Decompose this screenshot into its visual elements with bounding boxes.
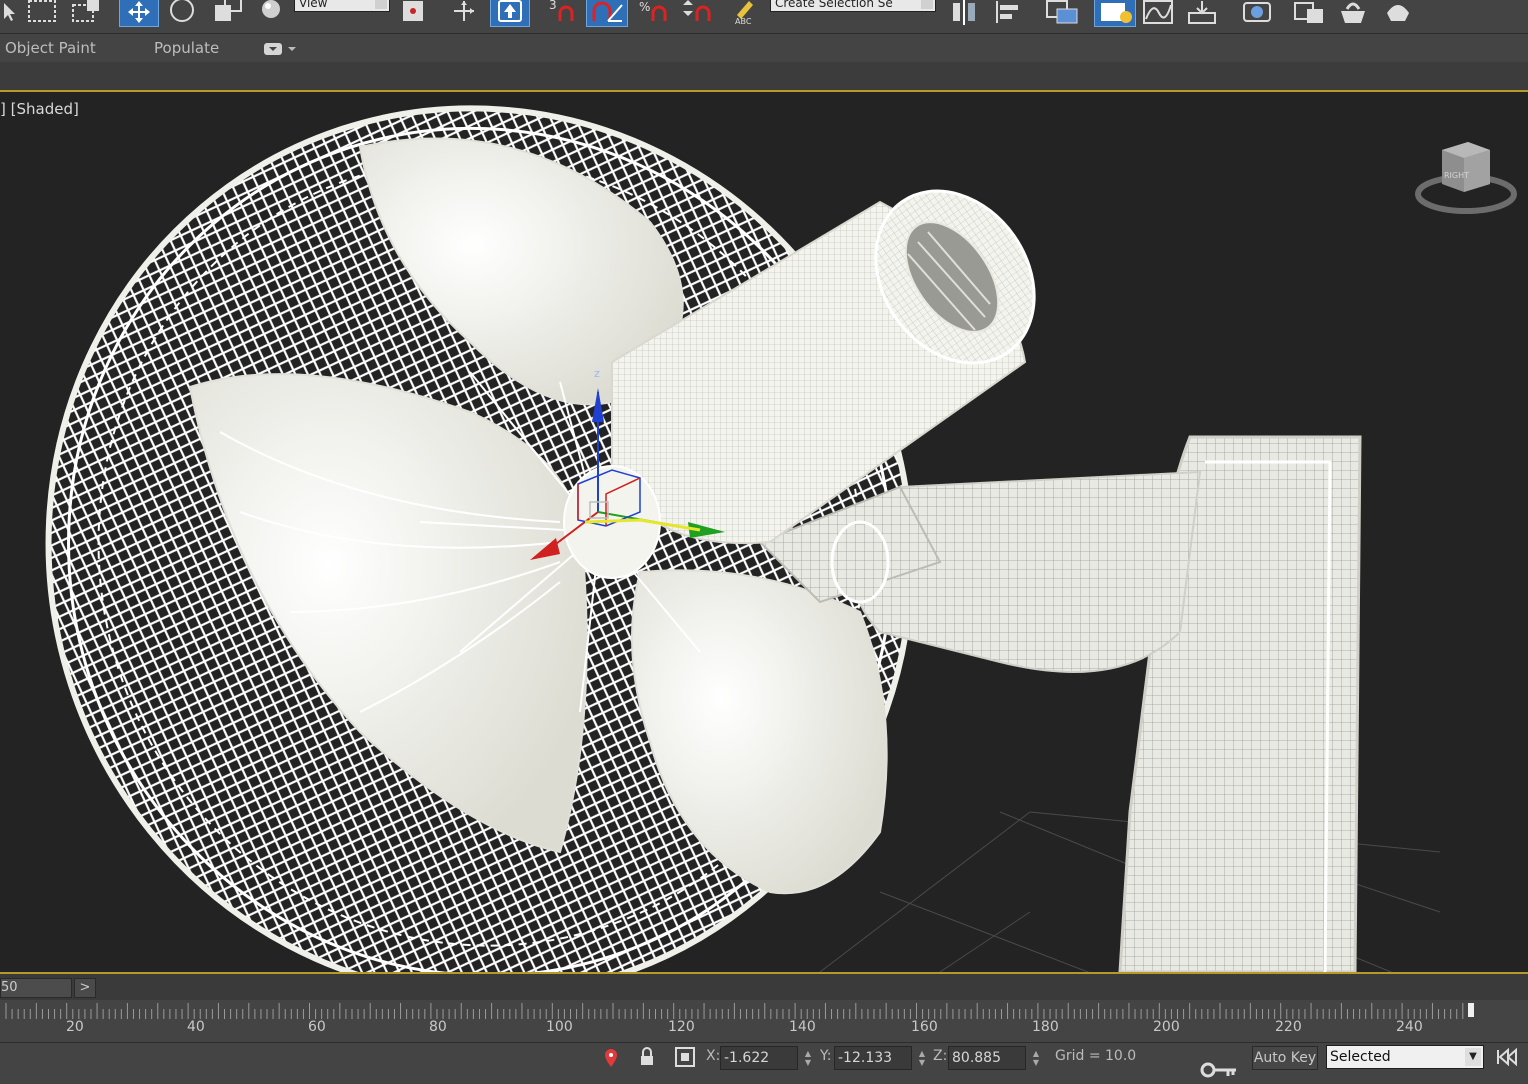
viewport-scene: z RIGHT (45, 105, 1517, 972)
ruler-label: 140 (789, 1019, 816, 1035)
go-to-start-icon[interactable] (1494, 1046, 1522, 1072)
ruler-label: 120 (668, 1019, 695, 1035)
named-selection-set-value: Create Selection Se (775, 0, 893, 10)
window-crossing-icon[interactable] (68, 0, 106, 27)
select-and-rotate-icon[interactable] (166, 0, 198, 27)
keyboard-shortcut-override-icon[interactable] (490, 0, 530, 27)
x-label: X: (706, 1048, 721, 1064)
svg-text:ABC: ABC (735, 17, 752, 25)
ruler-label: 20 (66, 1019, 84, 1035)
tab-object-paint[interactable]: Object Paint (5, 39, 96, 57)
add-time-tag-icon[interactable] (602, 1047, 620, 1073)
selection-lock-icon[interactable] (638, 1046, 656, 1072)
select-object-icon[interactable] (0, 0, 18, 27)
z-coordinate-field[interactable]: 80.885 (948, 1046, 1026, 1070)
time-slider-bar: 50 > (0, 972, 1528, 1000)
edit-named-selection-icon[interactable]: ABC (728, 0, 760, 27)
material-editor-icon[interactable] (1236, 0, 1278, 27)
layer-explorer-icon[interactable] (1094, 0, 1136, 27)
mirror-icon[interactable] (946, 0, 982, 27)
ribbon-options-icon[interactable] (262, 41, 302, 61)
svg-text:3: 3 (549, 0, 557, 12)
track-bar-end-marker (1468, 1003, 1474, 1017)
key-filter-value: Selected (1330, 1049, 1391, 1065)
curve-editor-icon[interactable] (1140, 0, 1178, 27)
ruler-label: 40 (187, 1019, 205, 1035)
z-label: Z: (933, 1048, 948, 1064)
scene-explorer-icon[interactable] (1042, 0, 1082, 27)
next-frame-button[interactable]: > (74, 978, 96, 998)
tab-populate[interactable]: Populate (154, 39, 219, 57)
snaps-toggle-icon[interactable]: 3 (545, 0, 581, 27)
x-coordinate-field[interactable]: -1.622 (720, 1046, 798, 1070)
ribbon-panel-strip (0, 62, 1528, 92)
z-spinner[interactable]: ▲ ▼ (1029, 1046, 1043, 1070)
render-frame-window-icon[interactable] (1334, 0, 1372, 27)
angle-snap-icon[interactable] (586, 0, 628, 27)
ruler-label: 100 (546, 1019, 573, 1035)
grid-spacing-readout: Grid = 10.0 (1055, 1048, 1137, 1064)
svg-text:%: % (639, 0, 650, 14)
main-toolbar: View 3 % ABC Create Selection Se (0, 0, 1528, 34)
perspective-viewport[interactable]: z RIGHT ] [Shaded] (0, 92, 1528, 972)
schematic-view-icon[interactable] (1184, 0, 1222, 27)
rect-selection-region-icon[interactable] (24, 0, 62, 27)
y-coordinate-field[interactable]: -12.133 (834, 1046, 912, 1070)
pivot-center-icon[interactable] (396, 0, 432, 27)
percent-snap-icon[interactable]: % (636, 0, 672, 27)
x-spinner[interactable]: ▲ ▼ (801, 1046, 815, 1070)
select-and-move-icon[interactable] (119, 0, 159, 27)
render-setup-icon[interactable] (1290, 0, 1330, 27)
select-and-place-icon[interactable] (256, 0, 286, 27)
y-label: Y: (820, 1048, 832, 1064)
ruler-label: 240 (1396, 1019, 1423, 1035)
align-icon[interactable] (992, 0, 1028, 27)
y-spinner[interactable]: ▲ ▼ (915, 1046, 929, 1070)
viewcube-face-label: RIGHT (1444, 171, 1469, 180)
viewcube[interactable]: RIGHT (1415, 142, 1517, 214)
gizmo-z-label: z (594, 367, 600, 380)
ruler-label: 220 (1275, 1019, 1302, 1035)
select-and-scale-icon[interactable] (210, 0, 246, 27)
track-bar-ticks (5, 1003, 1474, 1019)
reference-coordinate-value: View (299, 0, 328, 10)
spinner-snap-icon[interactable] (678, 0, 714, 27)
chevron-down-icon: ▼ (1465, 1048, 1481, 1066)
named-selection-set-dropdown[interactable]: Create Selection Se (770, 0, 936, 12)
ruler-label: 180 (1032, 1019, 1059, 1035)
frame-display: 50 (1, 980, 18, 995)
key-filter-dropdown[interactable]: Selected ▼ (1326, 1045, 1484, 1069)
ribbon-bar: Object Paint Populate (0, 34, 1528, 62)
time-slider[interactable]: 50 (0, 978, 72, 998)
absolute-mode-transform-icon[interactable] (674, 1046, 696, 1072)
ruler-label: 80 (429, 1019, 447, 1035)
reference-coordinate-dropdown[interactable]: View (294, 0, 390, 12)
ruler-label: 60 (308, 1019, 326, 1035)
render-production-icon[interactable] (1378, 0, 1418, 27)
ruler-label: 160 (911, 1019, 938, 1035)
auto-key-button[interactable]: Auto Key (1252, 1046, 1318, 1070)
ruler-label: 200 (1153, 1019, 1180, 1035)
set-key-icon[interactable] (1200, 1060, 1240, 1084)
select-manipulate-icon[interactable] (446, 0, 482, 27)
viewport-label[interactable]: ] [Shaded] (0, 100, 79, 118)
